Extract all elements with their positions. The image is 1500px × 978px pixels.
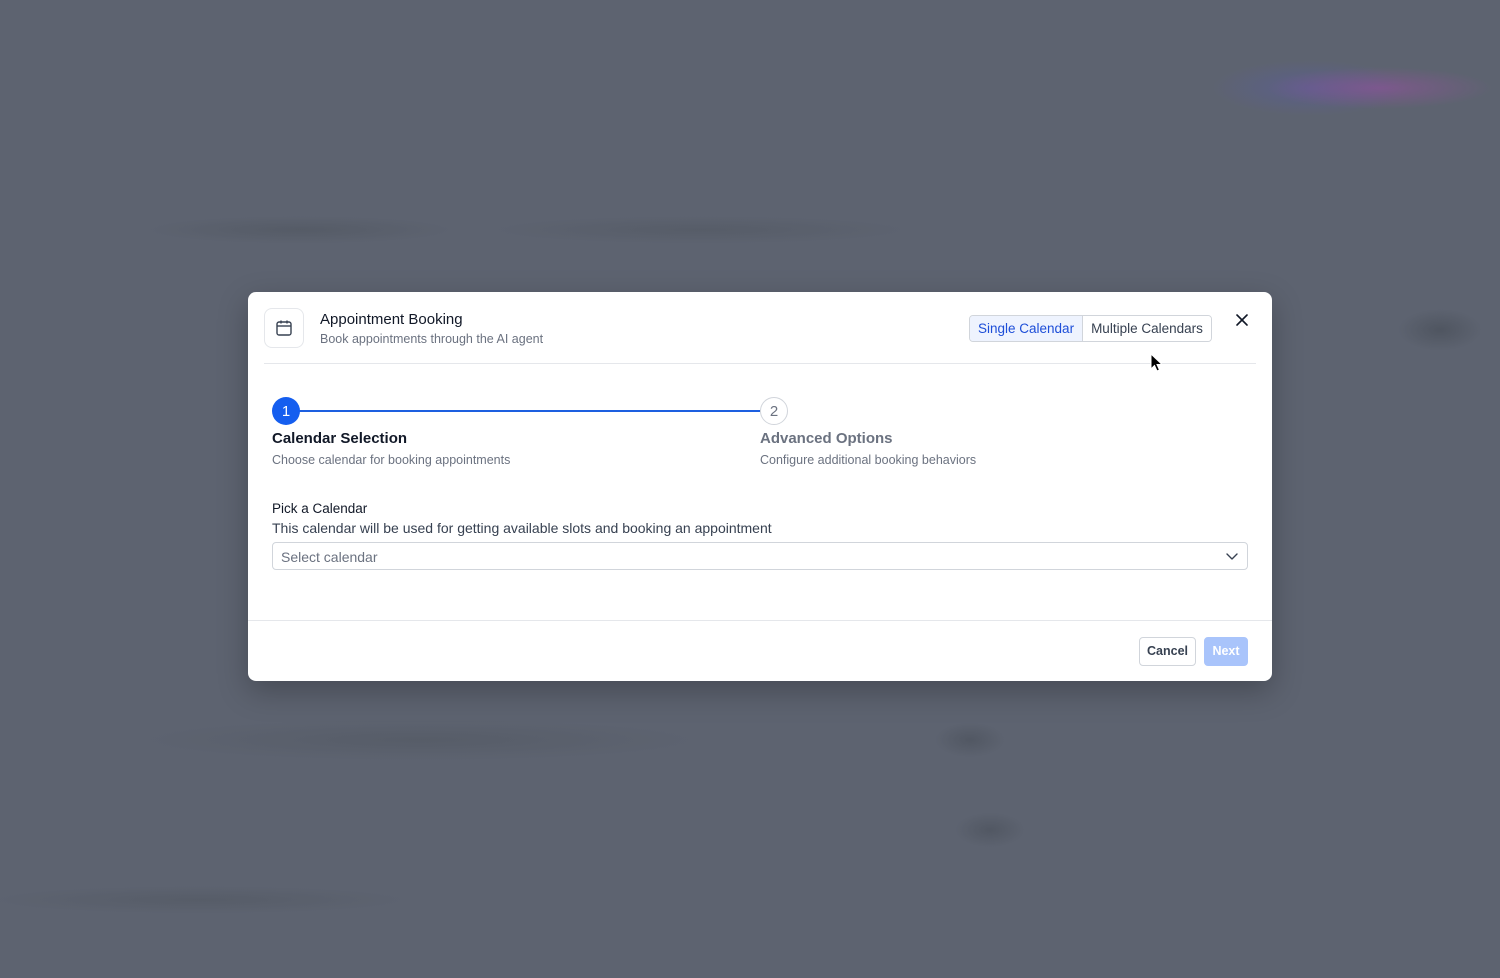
step-1-title: Calendar Selection (272, 430, 408, 447)
chevron-down-icon (1225, 549, 1239, 568)
step-2-title: Advanced Options (760, 430, 893, 447)
cancel-button[interactable]: Cancel (1139, 637, 1196, 666)
single-calendar-option[interactable]: Single Calendar (970, 316, 1084, 341)
appointment-booking-dialog: Appointment Booking Book appointments th… (248, 292, 1272, 681)
dialog-subtitle: Book appointments through the AI agent (320, 332, 544, 346)
mouse-cursor-icon (1150, 352, 1164, 378)
close-icon[interactable] (1232, 310, 1252, 330)
step-1-description: Choose calendar for booking appointments (272, 453, 511, 467)
dialog-header: Appointment Booking Book appointments th… (264, 308, 1256, 364)
calendar-select[interactable]: Select calendar (272, 542, 1248, 570)
step-1-indicator: 1 (272, 397, 300, 425)
dialog-title: Appointment Booking (320, 311, 463, 328)
next-button[interactable]: Next (1204, 637, 1248, 666)
step-2-description: Configure additional booking behaviors (760, 453, 977, 467)
calendar-icon (264, 308, 304, 348)
calendar-field-help: This calendar will be used for getting a… (272, 520, 772, 536)
dialog-footer: Cancel Next (248, 620, 1272, 681)
multiple-calendars-option[interactable]: Multiple Calendars (1083, 316, 1211, 341)
wizard-stepper: 1 2 Calendar Selection Choose calendar f… (272, 397, 1248, 478)
step-progress-line (286, 410, 760, 412)
calendar-field-label: Pick a Calendar (272, 501, 368, 516)
step-2-indicator: 2 (760, 397, 788, 425)
calendar-mode-toggle: Single Calendar Multiple Calendars (969, 315, 1212, 342)
calendar-select-placeholder: Select calendar (281, 549, 378, 565)
